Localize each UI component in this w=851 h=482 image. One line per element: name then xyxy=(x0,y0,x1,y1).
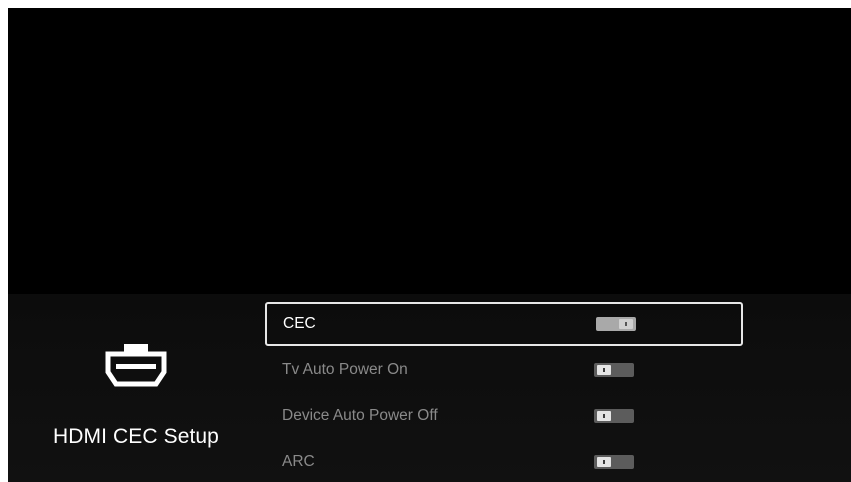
menu-item-arc[interactable]: ARC xyxy=(265,440,743,482)
hdmi-port-icon xyxy=(105,344,167,387)
menu-item-label: CEC xyxy=(283,315,316,332)
toggle-knob xyxy=(619,319,633,329)
menu-item-cec[interactable]: CEC xyxy=(265,302,743,346)
menu-item-tv-auto-power-on[interactable]: Tv Auto Power On xyxy=(265,348,743,392)
tv-auto-power-on-toggle[interactable] xyxy=(594,363,634,377)
settings-panel: HDMI CEC Setup CEC Tv Auto Power On Devi… xyxy=(8,294,851,482)
menu-item-label: Device Auto Power Off xyxy=(282,407,438,424)
toggle-knob xyxy=(597,411,611,421)
menu-item-device-auto-power-off[interactable]: Device Auto Power Off xyxy=(265,394,743,438)
menu-item-label: ARC xyxy=(282,453,315,470)
arc-toggle[interactable] xyxy=(594,455,634,469)
toggle-knob xyxy=(597,365,611,375)
cec-toggle[interactable] xyxy=(596,317,636,331)
menu-item-label: Tv Auto Power On xyxy=(282,361,408,378)
toggle-knob xyxy=(597,457,611,467)
device-auto-power-off-toggle[interactable] xyxy=(594,409,634,423)
category-panel: HDMI CEC Setup xyxy=(8,294,264,482)
tv-screen: HDMI CEC Setup CEC Tv Auto Power On Devi… xyxy=(8,8,851,482)
category-title: HDMI CEC Setup xyxy=(53,425,219,448)
